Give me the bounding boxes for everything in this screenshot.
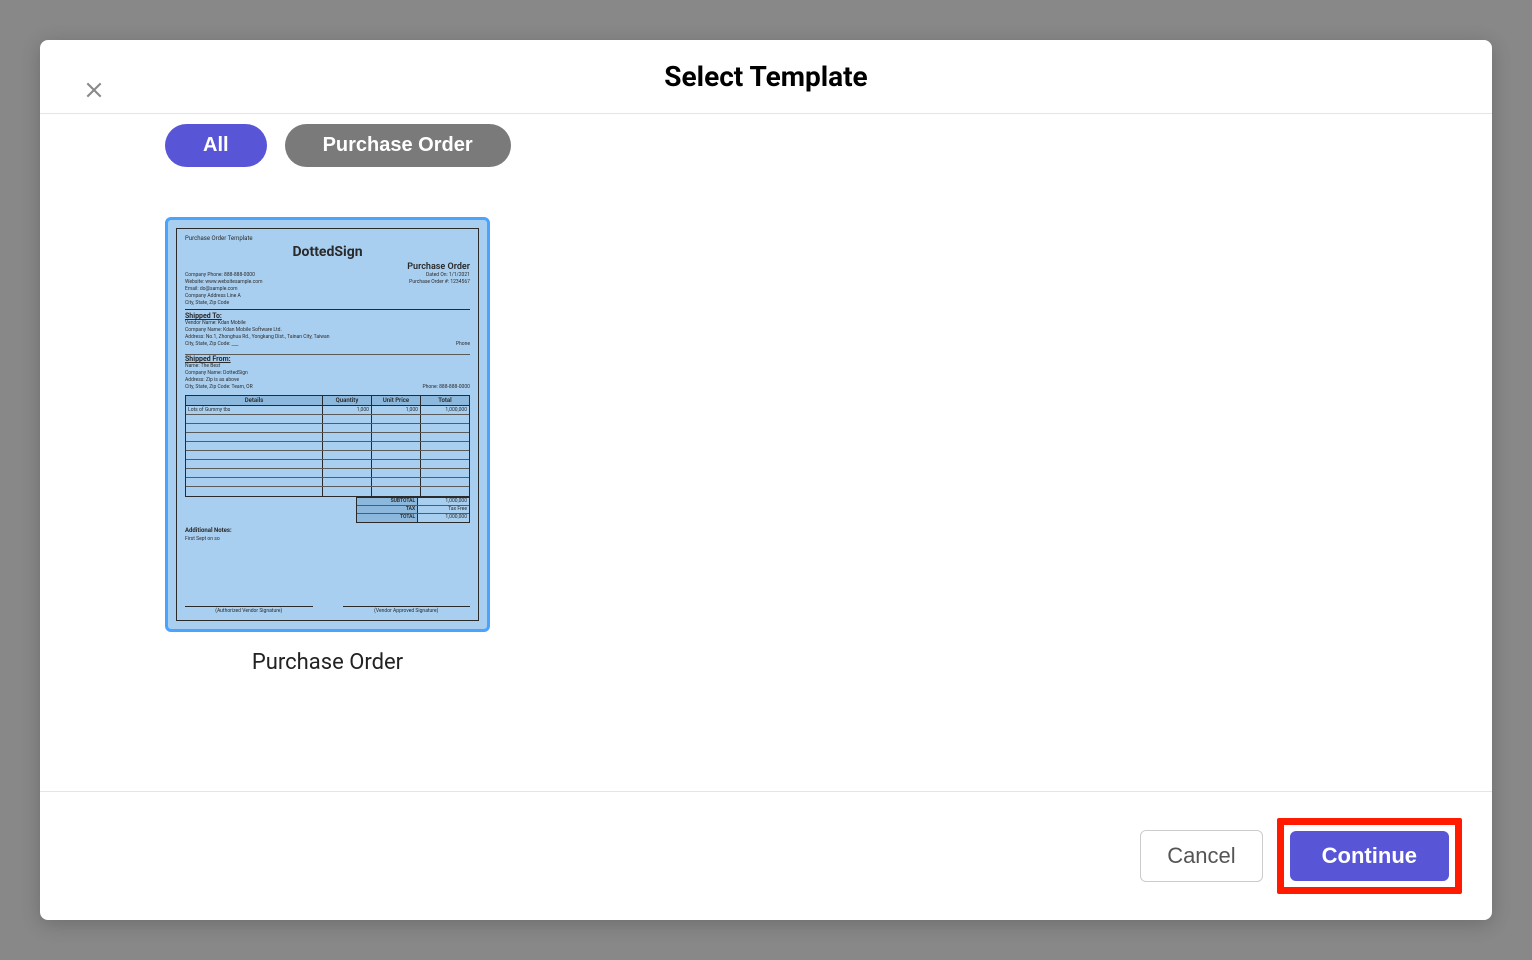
- template-preview-doc: Purchase Order Template DottedSign Purch…: [176, 228, 479, 621]
- th-total: Total: [421, 396, 469, 405]
- close-button[interactable]: [82, 78, 106, 102]
- th-qty: Quantity: [323, 396, 372, 405]
- sum-tax-val: Tax Free: [418, 506, 469, 513]
- th-detail: Details: [186, 396, 323, 405]
- td-qty: 1,000: [323, 406, 372, 414]
- continue-button[interactable]: Continue: [1290, 831, 1449, 881]
- section-shipped-from: Shipped From:: [185, 355, 470, 363]
- sig-left: (Authorized Vendor Signature): [185, 606, 313, 614]
- shipped-from-line: Name: The Best: [185, 363, 470, 370]
- filter-row: All Purchase Order: [165, 124, 1367, 167]
- continue-highlight-box: Continue: [1277, 818, 1462, 894]
- company-line: Email: do@sample.com: [185, 286, 262, 293]
- meta-po: Purchase Order #: 1234567: [409, 279, 470, 286]
- modal-body: All Purchase Order Purchase Order Templa…: [40, 114, 1492, 791]
- phone-value: Phone: 888-888-0000: [423, 384, 471, 391]
- preview-brand: DottedSign: [185, 244, 470, 260]
- preview-doc-title: Purchase Order: [185, 262, 470, 272]
- th-price: Unit Price: [372, 396, 421, 405]
- company-line: Company Address Line A: [185, 293, 262, 300]
- section-shipped-to: Shipped To:: [185, 312, 470, 320]
- filter-all[interactable]: All: [165, 124, 267, 167]
- notes-body: First Sept on so: [185, 536, 470, 542]
- phone-label: Phone: [456, 341, 470, 348]
- signature-row: (Authorized Vendor Signature) (Vendor Ap…: [185, 606, 470, 614]
- company-line: Website: www.websitesample.com: [185, 279, 262, 286]
- td-price: 1,000: [372, 406, 421, 414]
- meta-date: Dated On: 1/1/2021: [409, 272, 470, 279]
- shipped-to-line: Vendor Name: Kdan Mobile: [185, 320, 470, 327]
- template-grid: Purchase Order Template DottedSign Purch…: [165, 217, 1367, 675]
- sum-total-label: TOTAL: [357, 514, 418, 522]
- close-icon: [84, 80, 104, 100]
- preview-table: Details Quantity Unit Price Total Lots o…: [185, 395, 470, 497]
- modal-header: Select Template: [40, 40, 1492, 114]
- modal-title: Select Template: [40, 60, 1492, 93]
- preview-caption: Purchase Order Template: [185, 235, 470, 242]
- td-detail: Lots of Gummy tbs: [186, 406, 323, 414]
- sum-tax-label: TAX: [357, 506, 418, 513]
- shipped-to-line: Address: No.1, Zhonghua Rd., Yongkang Di…: [185, 334, 470, 341]
- sum-subtotal-val: 1,000,000: [418, 498, 469, 505]
- shipped-from-line: Company Name: DottedSign: [185, 370, 470, 377]
- filter-purchase-order[interactable]: Purchase Order: [285, 124, 511, 167]
- shipped-from-line: Address: Zip is as above: [185, 377, 470, 384]
- sum-total-val: 1,000,000: [418, 514, 469, 522]
- notes-title: Additional Notes:: [185, 527, 470, 534]
- template-label: Purchase Order: [252, 650, 403, 675]
- template-card-purchase-order[interactable]: Purchase Order Template DottedSign Purch…: [165, 217, 490, 675]
- sig-right: (Vendor Approved Signature): [343, 606, 471, 614]
- shipped-to-line: Company Name: Kdan Mobile Software Ltd.: [185, 327, 470, 334]
- shipped-to-line: City, State, Zip Code: ___: [185, 341, 238, 348]
- company-line: Company Phone: 888-888-0000: [185, 272, 262, 279]
- select-template-modal: Select Template All Purchase Order Purch…: [40, 40, 1492, 920]
- template-thumbnail: Purchase Order Template DottedSign Purch…: [165, 217, 490, 632]
- shipped-from-line: City, State, Zip Code: Team, OR: [185, 384, 253, 391]
- td-total: 1,000,000: [421, 406, 469, 414]
- company-line: City, State, Zip Code: [185, 300, 262, 307]
- cancel-button[interactable]: Cancel: [1140, 830, 1262, 882]
- modal-footer: Cancel Continue: [40, 791, 1492, 920]
- preview-summary: SUBTOTAL 1,000,000 TAX Tax Free TOTAL 1,…: [356, 497, 470, 523]
- sum-subtotal-label: SUBTOTAL: [357, 498, 418, 505]
